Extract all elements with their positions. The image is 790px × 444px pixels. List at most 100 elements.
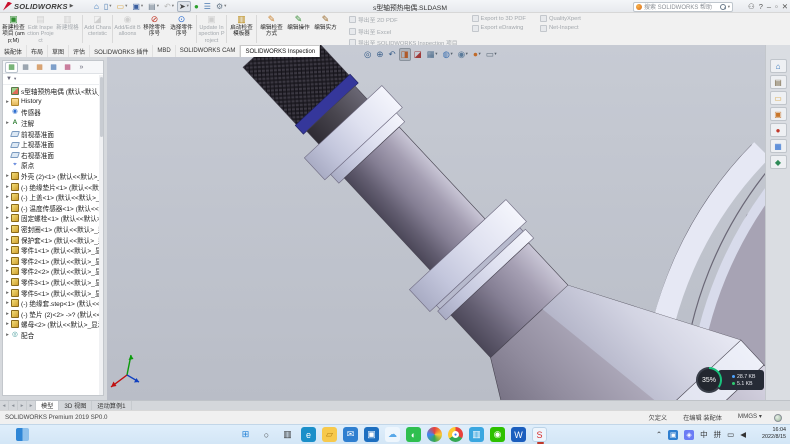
file-properties-icon[interactable]: ☰: [202, 1, 213, 12]
minimize-icon[interactable]: –: [767, 0, 771, 13]
options-icon[interactable]: ⚙▾: [214, 1, 228, 12]
tree-item[interactable]: ▸零件5<1> (默认<<默认>_显示状态: [4, 287, 103, 298]
tree-item[interactable]: ▸零件2<2> (默认<<默认>_显示状态: [4, 266, 103, 277]
view-settings-icon[interactable]: ▭▾: [484, 48, 499, 61]
print-icon-caret[interactable]: ▾: [157, 3, 159, 9]
tree-expand-icon[interactable]: ▸: [4, 99, 11, 105]
undo-icon[interactable]: ↶▾: [162, 1, 176, 12]
save-icon[interactable]: ▣▾: [130, 1, 145, 12]
search-input[interactable]: 搜索 SOLIDWORKS 帮助: [644, 2, 718, 11]
taskbar-clock[interactable]: 16:04 2022/8/15: [762, 427, 786, 442]
search-box[interactable]: 搜索 SOLIDWORKS 帮助 ▾: [633, 2, 733, 12]
file-explorer-icon[interactable]: ▱: [322, 427, 337, 442]
ribbon-button-编辑操作[interactable]: ✎编辑操作: [285, 13, 312, 45]
tree-item[interactable]: ▸A注解: [4, 118, 103, 129]
appearances-scenes-icon[interactable]: ●: [770, 123, 787, 137]
tab-草图[interactable]: 草图: [48, 45, 69, 57]
solidworks-taskbar-icon[interactable]: S: [532, 427, 547, 442]
tree-item[interactable]: ▸History: [4, 97, 103, 108]
tab-装配体[interactable]: 装配体: [0, 45, 27, 57]
tree-expand-icon[interactable]: ▸: [4, 279, 11, 285]
edit-appearance-icon[interactable]: ●▾: [471, 48, 483, 61]
tab-SOLIDWORKS 插件[interactable]: SOLIDWORKS 插件: [90, 45, 153, 57]
search-caret-icon[interactable]: ▾: [728, 4, 730, 10]
wechat-icon[interactable]: ◉: [490, 427, 505, 442]
tree-item[interactable]: 上视基准面: [4, 139, 103, 150]
tree-item[interactable]: ▸外壳 (2)<1> (默认<<默认>_显示状: [4, 171, 103, 182]
mail-icon[interactable]: ✉: [343, 427, 358, 442]
help-icon[interactable]: ?: [759, 0, 763, 13]
tree-expand-icon[interactable]: ▸: [4, 205, 11, 211]
tree-expand-icon[interactable]: ▸: [4, 300, 11, 306]
tree-expand-icon[interactable]: ▸: [4, 290, 11, 296]
sheet-nav-icon[interactable]: ▸: [18, 401, 27, 410]
panel-tab-display-manager[interactable]: ▦: [61, 62, 74, 73]
close-icon[interactable]: ✕: [782, 0, 788, 13]
rebuild-icon[interactable]: ●: [192, 1, 201, 12]
open-icon-caret[interactable]: ▾: [125, 3, 127, 9]
tree-root[interactable]: s型轴预热电偶 (默认<默认_显示状态-1: [4, 86, 103, 97]
forum-icon[interactable]: ◆: [770, 155, 787, 169]
panel-tab-feature-manager[interactable]: ▦: [5, 62, 18, 73]
previous-view-icon[interactable]: ↶: [387, 48, 398, 61]
display-style-icon[interactable]: ◍▾: [441, 48, 455, 61]
view-palette-icon[interactable]: ▣: [770, 107, 787, 121]
model-3d[interactable]: [107, 45, 765, 400]
tree-item[interactable]: ▸零件2<1> (默认<<默认>_显示状态: [4, 256, 103, 267]
widgets-button[interactable]: [16, 428, 29, 441]
bottom-tab-运动算例1[interactable]: 运动算例1: [92, 401, 131, 410]
tray-shield-icon[interactable]: ◈: [684, 430, 694, 440]
select-icon[interactable]: ➤▾: [177, 1, 191, 12]
ime-mode-indicator[interactable]: 拼: [714, 429, 722, 440]
tree-item[interactable]: ◉传感器: [4, 107, 103, 118]
select-icon-caret[interactable]: ▾: [187, 3, 189, 9]
open-icon[interactable]: ▭▾: [115, 1, 130, 12]
zoom-to-fit-icon[interactable]: ◎: [362, 48, 373, 61]
tree-expand-icon[interactable]: ▸: [4, 321, 11, 327]
custom-properties-icon[interactable]: ▦: [770, 139, 787, 153]
sheet-nav-icon[interactable]: ◂: [9, 401, 18, 410]
tree-item[interactable]: ▸密封圈<1> (默认<<默认>_显示状: [4, 224, 103, 235]
tray-chevron-icon[interactable]: ⌃: [656, 430, 662, 439]
design-library-icon[interactable]: ▤: [770, 75, 787, 89]
tree-expand-icon[interactable]: ▸: [4, 226, 11, 232]
ime-language-indicator[interactable]: 中: [700, 429, 708, 440]
bottom-tab-3D 视图[interactable]: 3D 视图: [59, 401, 92, 410]
tab-布局[interactable]: 布局: [27, 45, 48, 57]
section-view-icon[interactable]: ◨: [399, 48, 411, 61]
tree-item[interactable]: 右视基准面: [4, 150, 103, 161]
display-style-icon-caret[interactable]: ▾: [450, 51, 452, 57]
ribbon-button-选择零件序号[interactable]: ⊙选择零件序号: [168, 13, 195, 45]
panel-tab-property-manager[interactable]: ▦: [19, 62, 32, 73]
weather-icon[interactable]: ☁: [385, 427, 400, 442]
tab-评估[interactable]: 评估: [69, 45, 90, 57]
panel-tab-dimxpert-manager[interactable]: ▦: [47, 62, 60, 73]
tree-expand-icon[interactable]: ▸: [4, 268, 11, 274]
ribbon-button-编辑实方[interactable]: ✎编辑实方: [312, 13, 339, 45]
word-icon[interactable]: W: [511, 427, 526, 442]
edge-icon[interactable]: e: [301, 427, 316, 442]
tree-expand-icon[interactable]: ▸: [4, 194, 11, 200]
tab-MBD[interactable]: MBD: [153, 45, 175, 57]
undo-icon-caret[interactable]: ▾: [172, 3, 174, 9]
tab-SOLIDWORKS CAM[interactable]: SOLIDWORKS CAM: [176, 45, 241, 57]
status-globe-icon[interactable]: [774, 414, 782, 422]
view-settings-icon-caret[interactable]: ▾: [494, 51, 496, 57]
ribbon-button-移除零件序号[interactable]: ⊘移除零件序号: [141, 13, 168, 45]
tree-scrollbar[interactable]: [99, 75, 103, 395]
sign-in-icon[interactable]: ⚇: [748, 0, 755, 13]
start-button[interactable]: ⊞: [238, 427, 253, 442]
sheet-nav-icon[interactable]: ▸: [27, 401, 36, 410]
search-icon[interactable]: [720, 4, 726, 10]
tree-item[interactable]: ▸◎配合: [4, 330, 103, 341]
tree-expand-icon[interactable]: ▸: [4, 311, 11, 317]
graphics-viewport[interactable]: [107, 45, 765, 400]
colorful-browser-icon[interactable]: [427, 427, 442, 442]
store-icon[interactable]: ▣: [364, 427, 379, 442]
tree-expand-icon[interactable]: ▸: [4, 173, 11, 179]
search-button[interactable]: ○: [259, 427, 274, 442]
edit-appearance-icon-caret[interactable]: ▾: [479, 51, 481, 57]
tree-item[interactable]: ▸零件3<1> (默认<<默认>_显示状态: [4, 277, 103, 288]
home-icon[interactable]: ⌂: [92, 1, 101, 12]
ribbon-button-启动检查模板器[interactable]: ▥启动检查模板器: [228, 13, 255, 45]
